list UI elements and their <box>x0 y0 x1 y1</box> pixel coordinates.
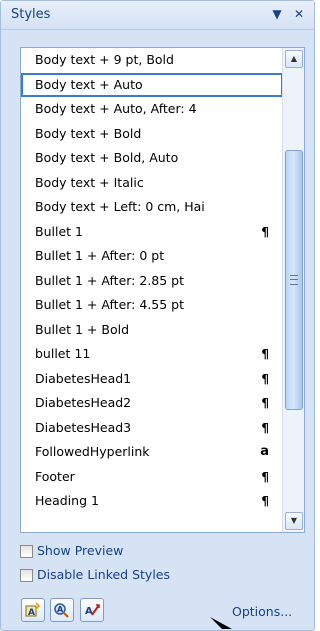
style-name: Bullet 1 + After: 4.55 pt <box>35 297 185 312</box>
style-list-item[interactable]: Bullet 1 ¶ <box>21 220 283 245</box>
style-name: Body text + Auto <box>35 76 143 92</box>
scroll-down-button[interactable]: ▼ <box>285 512 303 530</box>
mouse-cursor-icon <box>210 617 232 629</box>
character-style-icon: a <box>260 444 269 459</box>
svg-text:A: A <box>57 605 64 614</box>
style-name: Body text + Italic <box>35 174 144 190</box>
checkbox-box[interactable] <box>20 545 33 558</box>
paragraph-style-icon: ¶ <box>261 469 269 484</box>
manage-styles-button[interactable]: A <box>80 598 104 622</box>
scroll-up-button[interactable]: ▲ <box>285 50 303 68</box>
styles-list: Body text + 9 pt, Bold Body text + Auto Bo… <box>21 48 283 514</box>
close-icon[interactable]: ✕ <box>291 6 307 22</box>
disable-linked-styles-checkbox[interactable]: Disable Linked Styles <box>20 567 220 585</box>
paragraph-style-icon: ¶ <box>261 396 269 410</box>
show-preview-checkbox[interactable]: Show Preview <box>20 543 220 561</box>
style-list-item[interactable]: bullet 11 ¶ <box>21 342 283 367</box>
style-name: Bullet 1 + Bold <box>35 321 130 337</box>
style-name: DiabetesHead1 <box>35 370 132 386</box>
style-name: Body text + Auto, After: 4 <box>35 101 197 116</box>
options-link[interactable]: Options... <box>232 604 292 619</box>
style-list-item[interactable]: Body text + 9 pt, Bold <box>21 48 283 73</box>
style-list-item[interactable]: Body text + Left: 0 cm, Hai <box>21 195 283 220</box>
style-name: bullet 11 <box>35 346 91 361</box>
style-name: Footer <box>35 468 75 484</box>
style-list-item[interactable]: Heading 1 ¶ <box>21 489 283 514</box>
style-name: Body text + Left: 0 cm, Hai <box>35 199 205 214</box>
pane-title-bar: Styles ▼ ✕ <box>1 1 314 30</box>
style-list-item[interactable]: Bullet 1 + After: 0 pt <box>21 244 283 269</box>
style-list-item[interactable]: Body text + Italic <box>21 171 283 196</box>
style-name: FollowedHyperlink <box>35 444 150 459</box>
new-style-button[interactable]: A <box>21 598 45 622</box>
paragraph-style-icon: ¶ <box>261 347 269 361</box>
paragraph-style-icon: ¶ <box>261 420 269 435</box>
style-name: DiabetesHead3 <box>35 419 132 435</box>
disable-linked-styles-label: Disable Linked Styles <box>37 567 171 582</box>
paragraph-style-icon: ¶ <box>261 371 269 386</box>
styles-pane: Styles ▼ ✕ Body text + 9 pt, Bold Body te… <box>0 0 315 631</box>
checkbox-box[interactable] <box>20 569 33 582</box>
style-name: Body text + Bold <box>35 125 142 141</box>
manage-styles-icon: A <box>85 604 100 617</box>
style-list-item[interactable]: Body text + Bold, Auto <box>21 146 283 171</box>
style-list-item[interactable]: Bullet 1 + After: 2.85 pt <box>21 269 283 294</box>
paragraph-style-icon: ¶ <box>261 224 269 239</box>
style-list-item[interactable]: DiabetesHead1 ¶ <box>21 367 283 392</box>
scroll-grip-icon <box>290 275 298 285</box>
scroll-thumb[interactable] <box>285 150 303 410</box>
style-list-item[interactable]: Body text + Auto, After: 4 <box>21 97 283 122</box>
style-list-item[interactable]: Footer ¶ <box>21 465 283 490</box>
show-preview-label: Show Preview <box>37 543 124 558</box>
style-list-item[interactable]: DiabetesHead3 ¶ <box>21 416 283 441</box>
style-name: Bullet 1 + After: 2.85 pt <box>35 272 185 288</box>
style-name: DiabetesHead2 <box>35 395 132 410</box>
pane-title: Styles <box>11 7 51 22</box>
style-name: Heading 1 <box>35 493 99 508</box>
style-list-item[interactable]: DiabetesHead2 ¶ <box>21 391 283 416</box>
new-style-icon: A <box>25 602 41 618</box>
styles-list-box: Body text + 9 pt, Bold Body text + Auto Bo… <box>20 47 305 533</box>
style-name: Body text + 9 pt, Bold <box>35 52 174 67</box>
paragraph-style-icon: ¶ <box>261 494 269 508</box>
style-list-item[interactable]: FollowedHyperlink a <box>21 440 283 465</box>
pane-dropdown-icon[interactable]: ▼ <box>269 6 285 22</box>
style-name: Bullet 1 <box>35 223 83 239</box>
style-list-item[interactable]: Bullet 1 + Bold <box>21 318 283 343</box>
style-inspector-icon: A <box>54 603 69 618</box>
svg-text:A: A <box>85 606 93 617</box>
vertical-scrollbar[interactable]: ▲ ▼ <box>282 48 304 532</box>
style-name: Body text + Bold, Auto <box>35 150 179 165</box>
style-list-item[interactable]: Bullet 1 + After: 4.55 pt <box>21 293 283 318</box>
style-list-item[interactable]: Body text + Auto <box>21 72 283 97</box>
style-name: Bullet 1 + After: 0 pt <box>35 248 165 263</box>
svg-text:A: A <box>28 608 35 618</box>
style-inspector-button[interactable]: A <box>50 598 74 622</box>
style-list-item[interactable]: Body text + Bold <box>21 122 283 147</box>
